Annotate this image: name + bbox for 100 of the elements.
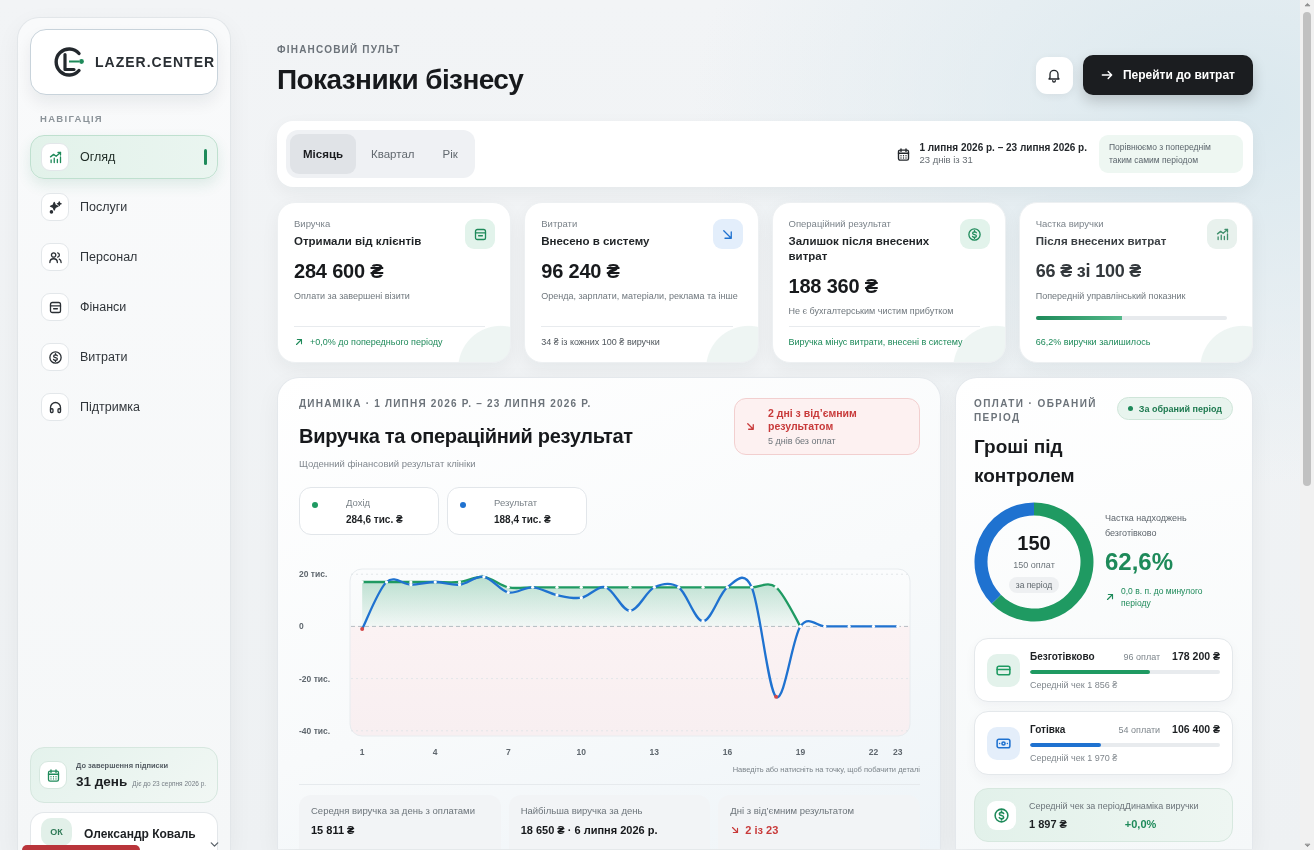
kpi-value: 188 360 ₴ — [788, 274, 879, 298]
summary-value: +0,0% — [1124, 817, 1158, 830]
nav-item[interactable]: Фінанси — [30, 285, 218, 329]
data-point[interactable] — [579, 585, 583, 589]
scrollbar-thumb[interactable] — [1303, 12, 1311, 486]
kpi-label: Операційний результат — [788, 218, 892, 230]
data-point[interactable] — [628, 609, 632, 613]
method-note: Середній чек 1 970 ₴ — [1030, 753, 1119, 763]
kpi-footer: Виручка мінус витрати, внесені в систему — [788, 336, 963, 348]
user-menu[interactable]: ОК Олександр Коваль — [30, 812, 218, 850]
data-point[interactable] — [409, 583, 413, 587]
arrow-down-right-icon — [745, 421, 756, 432]
data-point[interactable] — [457, 583, 462, 587]
data-point[interactable] — [579, 596, 583, 600]
data-point[interactable] — [604, 585, 608, 589]
data-point[interactable] — [555, 585, 559, 589]
badge-label: За обраний період — [1138, 403, 1222, 414]
share-label: Частка надходжень безготівково — [1105, 512, 1188, 540]
data-point[interactable] — [457, 580, 462, 584]
stat-value: 15 811 ₴ — [311, 823, 355, 837]
data-point[interactable] — [506, 585, 510, 589]
data-point[interactable] — [871, 624, 876, 628]
kpi-title: Отримали від клієнтів — [294, 234, 423, 249]
chart-icon — [1207, 219, 1237, 249]
data-point[interactable] — [652, 585, 656, 589]
headphones-icon — [41, 393, 69, 421]
page-eyebrow: ФІНАНСОВИЙ ПУЛЬТ — [277, 44, 402, 56]
scroll-up-icon — [1302, 0, 1312, 9]
kpi-label: Частка виручки — [1035, 218, 1105, 230]
box-icon — [465, 219, 496, 249]
kpi-footer: 34 ₴ із кожних 100 ₴ виручки — [541, 336, 660, 348]
expenses-button[interactable]: Перейти до витрат — [1082, 55, 1253, 95]
data-point[interactable] — [677, 585, 681, 589]
data-point[interactable] — [506, 590, 510, 595]
data-point[interactable] — [360, 627, 365, 631]
calendar-icon — [39, 761, 67, 789]
kpi-footer: 66,2% виручки залишилось — [1035, 336, 1151, 348]
kpi-title: Залишок після внесених витрат — [788, 234, 931, 264]
stat-label: Дні з від’ємним результатом — [730, 805, 855, 817]
summary-label: Середній чек за період — [1029, 800, 1125, 811]
data-point[interactable] — [409, 580, 413, 584]
data-point[interactable] — [482, 575, 486, 579]
data-point[interactable] — [847, 624, 851, 628]
data-point[interactable] — [750, 585, 754, 589]
period-tab[interactable]: Рік — [429, 134, 471, 174]
kpi-label: Виручка — [294, 218, 332, 230]
summary-label: Динаміка виручки — [1124, 800, 1200, 811]
nav-item[interactable]: Підтримка — [30, 385, 218, 429]
data-point[interactable] — [701, 585, 705, 589]
method-note: Середній чек 1 856 ₴ — [1030, 680, 1119, 690]
nav-item[interactable]: Огляд — [30, 135, 218, 179]
kpi-title: Після внесених витрат — [1035, 234, 1168, 249]
kpi-value: 284 600 ₴ — [294, 259, 385, 283]
kpi-value: 66 ₴ зі 100 ₴ — [1035, 260, 1143, 283]
kpi-note: Оренда, зарплати, матеріали, реклама та інше — [541, 290, 739, 302]
data-point[interactable] — [531, 585, 535, 589]
panel-eyebrow: ОПЛАТИ · ОБРАНИЙ ПЕРІОД — [974, 397, 1098, 425]
legend-value: 284,6 тис. ₴ — [346, 514, 403, 526]
stat-label: Середня виручка за день з оплатами — [311, 805, 476, 817]
nav-item[interactable]: Послуги — [30, 185, 218, 229]
method-count: 96 оплат — [1123, 652, 1161, 662]
summary-value: 1 897 ₴ — [1029, 817, 1068, 830]
chart-icon — [41, 143, 69, 171]
donut-total: 150 — [1017, 531, 1051, 554]
legend-value: 188,4 тис. ₴ — [494, 514, 551, 526]
notifications-button[interactable] — [1035, 56, 1073, 94]
kpi-note: Попередній управлінський показник — [1035, 290, 1187, 302]
arrow-up-right-icon — [294, 337, 304, 347]
kpi-note: Не є бухгалтерським чистим прибутком — [788, 305, 955, 317]
period-tab[interactable]: Місяць — [290, 134, 357, 174]
arrow-down-right-icon — [712, 219, 743, 249]
logo-link[interactable]: LAZER.CENTER — [30, 29, 218, 95]
data-point[interactable] — [555, 593, 559, 597]
data-point[interactable] — [798, 624, 803, 628]
data-point[interactable] — [774, 585, 778, 589]
nav-item[interactable]: Персонал — [30, 235, 218, 279]
period-tab[interactable]: Квартал — [358, 134, 428, 174]
data-point[interactable] — [823, 624, 827, 628]
data-point[interactable] — [433, 580, 437, 584]
data-point[interactable] — [628, 585, 632, 589]
cash-icon — [987, 726, 1020, 760]
panel-eyebrow: ДИНАМІКА · 1 ЛИПНЯ 2026 Р. – 23 ЛИПНЯ 2026 Р. — [299, 398, 593, 410]
sparkles-icon — [41, 193, 69, 221]
data-point[interactable] — [725, 585, 729, 589]
days-count: 23 днів із 31 — [919, 154, 974, 166]
method-amount: 106 400 ₴ — [1172, 723, 1220, 735]
panel-title: Виручка та операційний результат — [299, 424, 633, 448]
users-icon — [41, 243, 69, 271]
stat-value: 18 650 ₴ · 6 липня 2026 р. — [520, 823, 658, 837]
data-point[interactable] — [701, 619, 705, 623]
axis-label: 22 — [868, 747, 879, 757]
scrollbar[interactable] — [1300, 0, 1314, 850]
scroll-down-icon — [1302, 841, 1312, 850]
data-point[interactable] — [384, 580, 389, 584]
data-point[interactable] — [774, 694, 779, 699]
stat-label: Найбільша виручка за день — [520, 805, 644, 817]
card-icon — [987, 653, 1020, 687]
arrow-up-right-icon — [1105, 592, 1115, 602]
nav-item[interactable]: Витрати — [30, 335, 218, 379]
panel-title: Гроші під контролем — [974, 435, 1076, 488]
